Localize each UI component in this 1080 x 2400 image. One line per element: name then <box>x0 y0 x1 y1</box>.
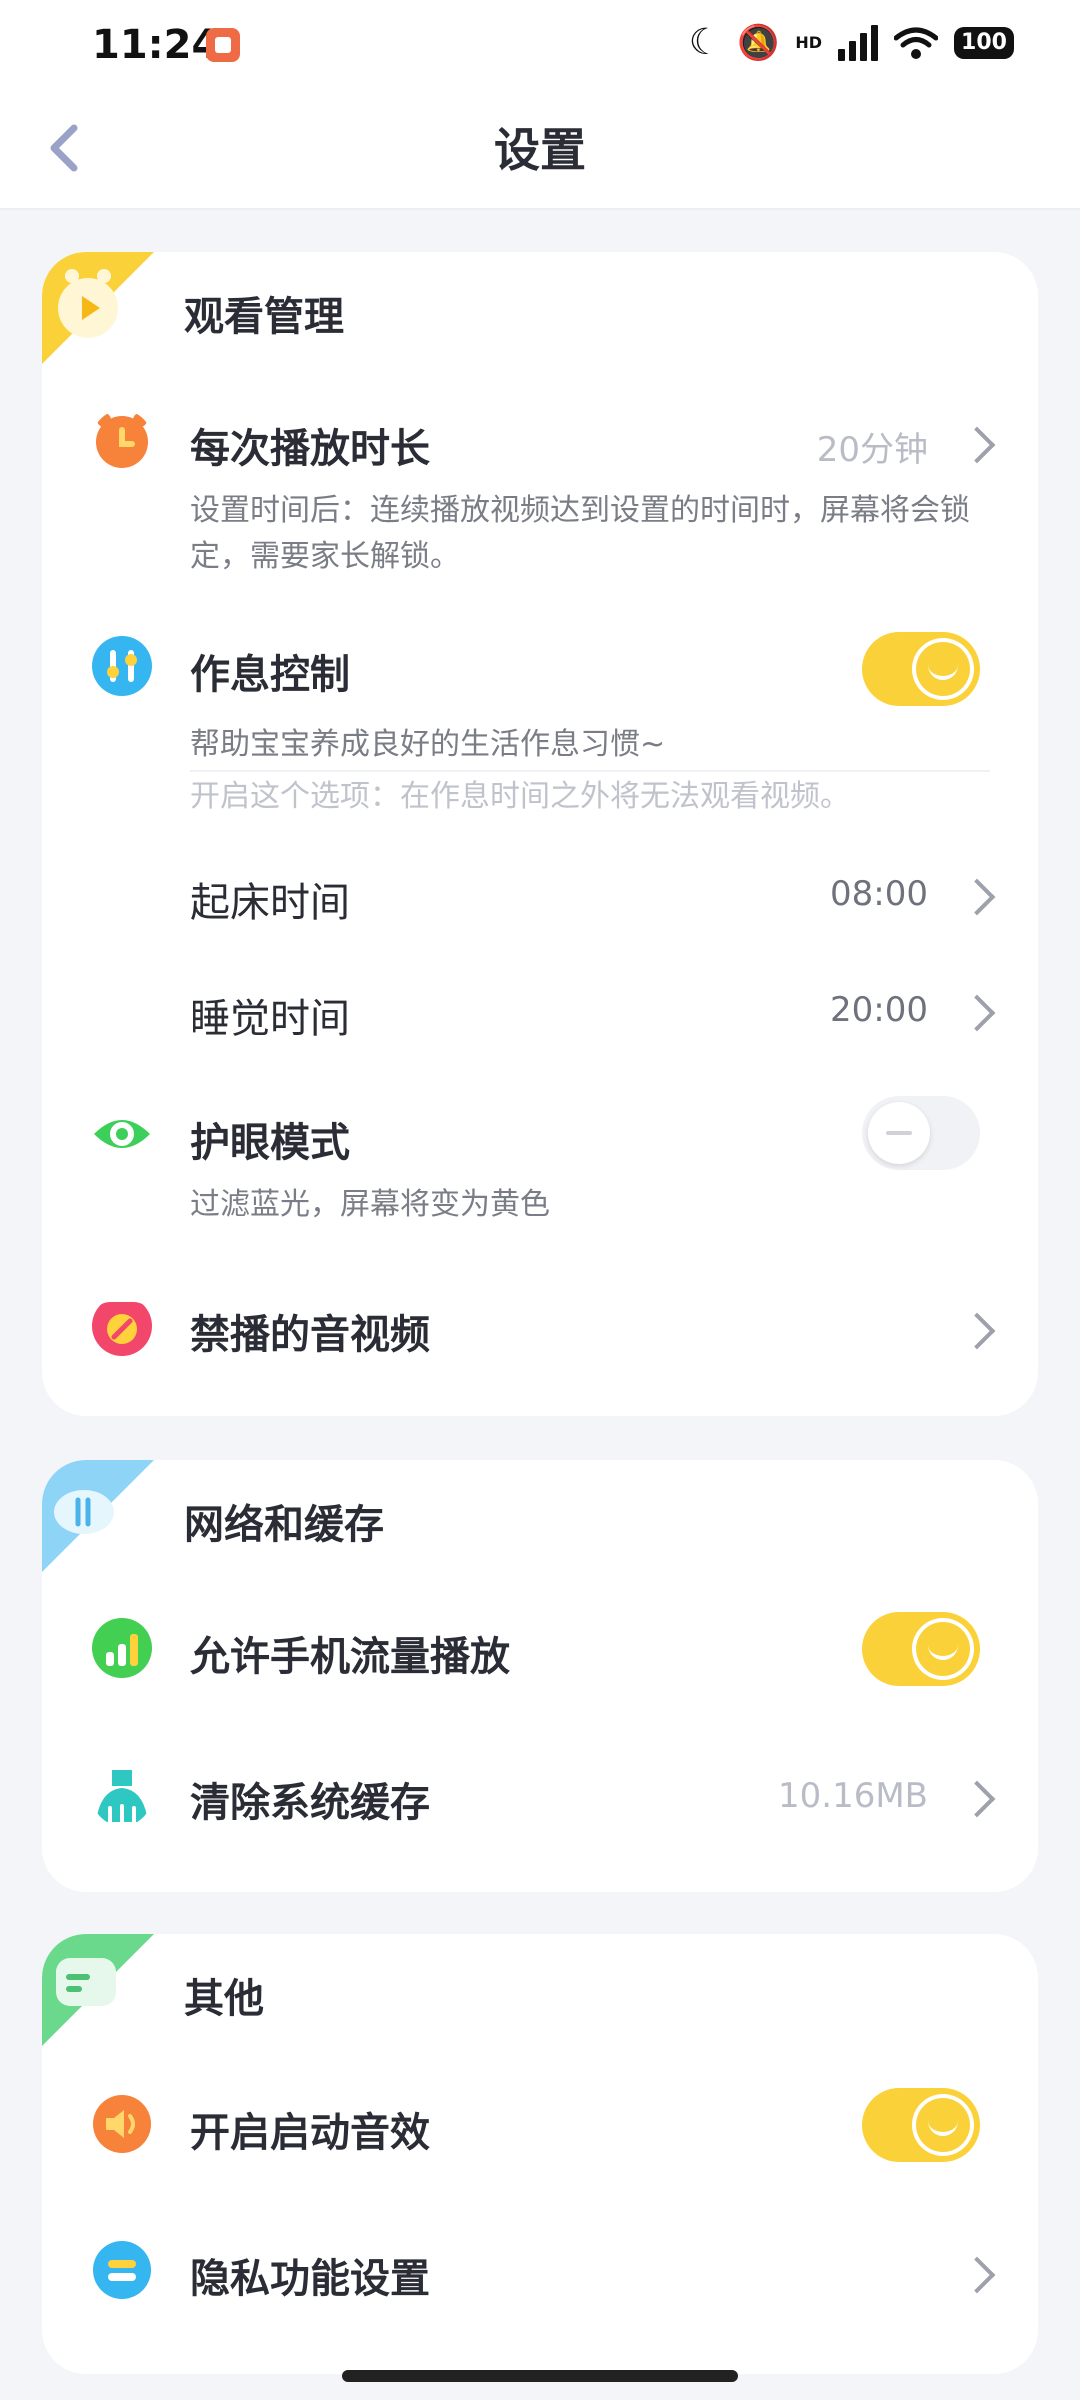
network-type-label: HD <box>795 33 822 52</box>
watch-management-card: 观看管理 每次播放时长 20分钟 设置时间后：连续播放视频达到设置的时间时，屏幕… <box>42 252 1038 1416</box>
other-card: 其他 开启启动音效 隐私功能设置 <box>42 1934 1038 2374</box>
mobile-data-icon <box>92 1618 152 1678</box>
sleep-time-label: 睡觉时间 <box>190 996 350 1042</box>
schedule-control-description: 帮助宝宝养成良好的生活作息习惯~ <box>190 727 666 762</box>
play-duration-description: 设置时间后：连续播放视频达到设置的时间时，屏幕将会锁定，需要家长解锁。 <box>190 493 970 574</box>
section-title-other: 其他 <box>184 1976 264 2022</box>
play-duration-value: 20分钟 <box>816 430 928 470</box>
section-title-network: 网络和缓存 <box>184 1502 384 1548</box>
tv-corner-icon <box>42 252 154 364</box>
eye-care-description: 过滤蓝光，屏幕将变为黄色 <box>190 1187 550 1222</box>
startup-sound-label: 开启启动音效 <box>190 2110 430 2156</box>
sleep-time-value: 20:00 <box>830 990 928 1030</box>
play-duration-label: 每次播放时长 <box>190 426 430 472</box>
chevron-right-icon <box>958 878 996 916</box>
clear-cache-value: 10.16MB <box>778 1776 928 1816</box>
chevron-right-icon <box>958 994 996 1032</box>
status-bar: 11:24 ☾ 🔕 HD 100 <box>0 0 1080 92</box>
startup-sound-toggle[interactable] <box>862 2088 980 2162</box>
alarm-clock-icon <box>96 413 148 468</box>
wake-time-label: 起床时间 <box>190 880 350 926</box>
section-title-watch: 观看管理 <box>184 294 344 340</box>
app-header: 设置 <box>0 92 1080 210</box>
status-time: 11:24 <box>92 22 220 68</box>
mobile-data-label: 允许手机流量播放 <box>190 1634 510 1680</box>
divider <box>190 770 990 772</box>
toggle-dash <box>886 1131 912 1135</box>
mobile-data-toggle[interactable] <box>862 1612 980 1686</box>
do-not-disturb-icon: ☾ <box>688 22 721 63</box>
eye-icon <box>94 1120 150 1148</box>
privacy-icon <box>93 2241 151 2299</box>
chevron-right-icon <box>958 1780 996 1818</box>
privacy-settings-label: 隐私功能设置 <box>190 2256 430 2302</box>
silent-bell-icon: 🔕 <box>736 22 780 63</box>
page-title: 设置 <box>494 123 586 177</box>
status-icons: ☾ 🔕 HD 100 <box>689 22 1014 63</box>
chevron-right-icon <box>958 2256 996 2294</box>
clear-cache-label: 清除系统缓存 <box>190 1780 430 1826</box>
blocked-media-label: 禁播的音视频 <box>190 1312 430 1358</box>
app-notification-icon <box>206 28 240 62</box>
schedule-control-note: 开启这个选项：在作息时间之外将无法观看视频。 <box>190 779 850 814</box>
eye-care-toggle[interactable] <box>862 1096 980 1170</box>
chevron-right-icon <box>958 1312 996 1350</box>
wake-time-value: 08:00 <box>830 874 928 914</box>
signal-icon <box>838 24 878 61</box>
chat-corner-icon <box>42 1934 154 2046</box>
home-indicator[interactable] <box>342 2370 738 2382</box>
network-cache-card: 网络和缓存 允许手机流量播放 清除系统缓存 10.16MB <box>42 1460 1038 1892</box>
schedule-control-toggle[interactable] <box>862 632 980 706</box>
schedule-icon <box>92 636 152 696</box>
schedule-control-label: 作息控制 <box>190 652 350 698</box>
broom-icon <box>96 1770 148 1824</box>
blocked-media-icon <box>92 1302 152 1356</box>
battery-indicator: 100 <box>954 26 1014 59</box>
cloud-corner-icon <box>42 1460 154 1572</box>
wifi-icon <box>894 27 938 59</box>
eye-care-label: 护眼模式 <box>190 1120 350 1166</box>
chevron-right-icon <box>958 426 996 464</box>
speaker-icon <box>93 2095 151 2153</box>
